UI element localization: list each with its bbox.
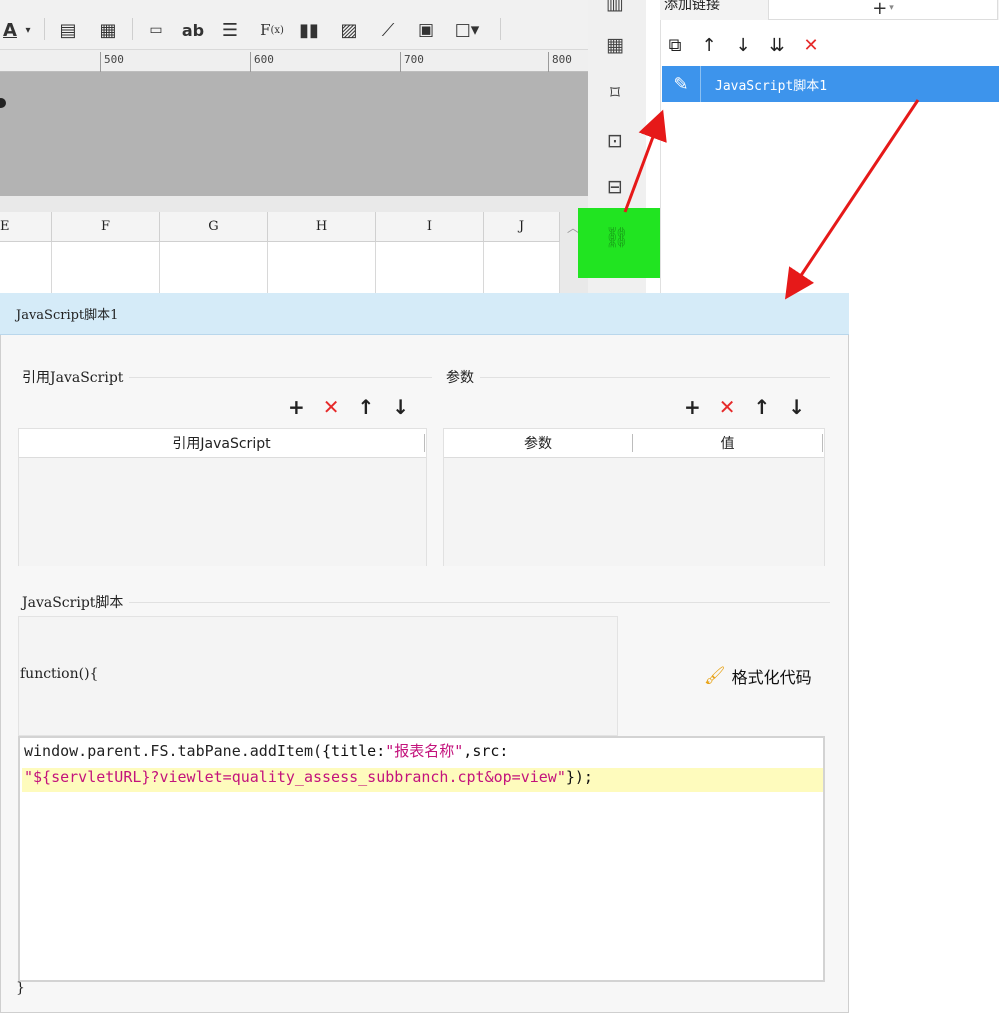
code-line-2[interactable]: "${servletURL}?viewlet=quality_assess_su… [24,768,593,786]
text-field-icon[interactable]: ▭ [142,16,170,44]
ruler-tick [100,52,101,72]
ruler-tick [548,52,549,72]
sort-icon[interactable]: ⇊ [764,32,790,58]
section-divider [22,602,830,603]
freeze-row-icon[interactable]: ▤ [54,16,82,44]
js-script-section-title: JavaScript脚本 [22,592,130,612]
align-icon[interactable]: ☰ [216,16,244,44]
sub-report-icon[interactable]: ▣ [412,16,440,44]
toolbar-separator [500,18,501,40]
report-canvas[interactable] [0,72,588,196]
ruler-label: 800 [552,53,572,66]
add-param-icon[interactable]: + [684,397,701,417]
sheet-cell[interactable] [160,242,268,293]
ruler-tick [250,52,251,72]
move-up-icon[interactable]: ↑ [696,32,722,58]
code-line-1[interactable]: window.parent.FS.tabPane.addItem({title:… [24,740,508,761]
param-table-header: 参数 值 [444,429,824,458]
code-token: ,src: [463,742,509,760]
section-divider [446,377,830,378]
toolbar-separator [132,18,133,40]
sheet-cell[interactable] [376,242,484,293]
code-token: window.parent.FS.tabPane.addItem( [24,742,323,760]
delete-icon[interactable]: ✕ [798,32,824,58]
ref-js-column-header: 引用JavaScript [19,434,425,452]
param-value-column-header: 值 [633,434,823,452]
add-link-dropdown-icon: ▾ [889,3,894,13]
code-token: {title: [322,742,386,760]
horizontal-ruler [0,50,588,72]
column-header-i[interactable]: I [376,212,484,242]
copy-icon[interactable]: ⧉ [662,32,688,58]
param-down-icon[interactable]: ↓ [788,397,805,417]
column-header-g[interactable]: G [160,212,268,242]
ruler-label: 700 [404,53,424,66]
column-header-e[interactable]: E [0,212,52,242]
font-color-dropdown-icon[interactable]: ▾ [20,16,36,44]
ref-down-icon[interactable]: ↓ [392,397,409,417]
dialog-title: JavaScript脚本1 [0,293,849,335]
brush-icon: 🖌 [704,666,726,686]
ref-js-table-body[interactable] [19,458,426,566]
param-up-icon[interactable]: ↑ [754,397,771,417]
param-table-body[interactable] [444,458,824,566]
function-frame [18,616,618,736]
border-icon[interactable]: □▾ [450,16,484,44]
freeze-col-icon[interactable]: ▦ [94,16,122,44]
ref-up-icon[interactable]: ↑ [358,397,375,417]
column-header-j[interactable]: J [484,212,560,242]
ruler-label: 600 [254,53,274,66]
add-ref-icon[interactable]: + [288,397,305,417]
add-link-label: + [872,0,888,19]
formula-icon[interactable]: F (x) [256,16,288,44]
ref-js-table-header: 引用JavaScript [19,429,426,458]
sheet-cell[interactable] [52,242,160,293]
js-code-editor[interactable]: window.parent.FS.tabPane.addItem({title:… [18,736,825,982]
link-item-label: JavaScript脚本1 [715,78,828,94]
text-icon[interactable]: ab [178,16,208,44]
column-header-h[interactable]: H [268,212,376,242]
code-string: "报表名称" [385,742,464,760]
chart-icon[interactable]: ▮▮ [294,16,324,44]
code-token: }); [565,768,593,786]
toolbar-separator [44,18,45,40]
edit-pencil-icon[interactable]: ✎ [662,66,701,102]
function-open-text: function(){ [20,666,99,682]
ruler-label: 500 [104,53,124,66]
delete-param-icon[interactable]: ✕ [719,397,736,417]
ref-js-table[interactable]: 引用JavaScript [18,428,427,566]
format-code-label: 格式化代码 [731,668,812,687]
sheet-cell[interactable] [268,242,376,293]
param-section-title: 参数 [446,367,480,387]
font-color-icon[interactable]: A [0,16,20,44]
slash-icon[interactable]: ⟋ [374,16,402,44]
widget-icon[interactable]: ⊡ [598,126,632,156]
param-buttons: + ✕ ↑ ↓ [684,394,805,420]
format-code-button[interactable]: 🖌 格式化代码 [704,664,812,688]
frame-icon[interactable]: ⌑ [598,78,632,108]
param-name-column-header: 参数 [444,434,633,452]
cell-element-icon[interactable]: ▦ [598,30,632,60]
move-down-icon[interactable]: ↓ [730,32,756,58]
link-list-item[interactable]: ✎ JavaScript脚本1 [662,66,999,102]
image-icon[interactable]: ▨ [334,16,364,44]
function-close-text: } [16,980,25,996]
param-table[interactable]: 参数 值 [443,428,825,566]
cell-attr-icon[interactable]: ▥ [598,0,632,18]
sheet-cell[interactable] [0,242,52,293]
ruler-tick [400,52,401,72]
hyperlink-icon[interactable]: ⛓ [600,222,634,252]
link-toolbar: ⧉ ↑ ↓ ⇊ ✕ [662,30,824,60]
ref-js-buttons: + ✕ ↑ ↓ [288,394,409,420]
sheet-cell[interactable] [484,242,560,293]
column-header-f[interactable]: F [52,212,160,242]
delete-ref-icon[interactable]: ✕ [323,397,340,417]
hyperlink-panel-title: 添加链接 [664,0,720,13]
add-link-button[interactable]: + ▾ [768,0,998,20]
condition-icon[interactable]: ⊟ [598,172,632,202]
ref-js-section-title: 引用JavaScript [22,367,130,387]
code-string: "${servletURL}?viewlet=quality_assess_su… [24,768,566,786]
